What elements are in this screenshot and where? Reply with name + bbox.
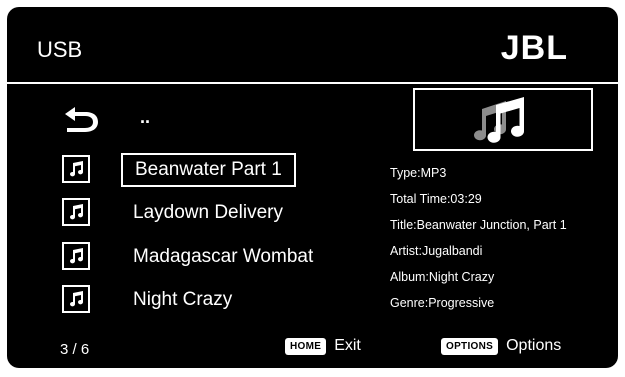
exit-label: Exit	[334, 337, 361, 354]
list-item-label: Night Crazy	[133, 289, 233, 310]
item-position-counter: 3 / 6	[60, 341, 90, 358]
list-item-label: Madagascar Wombat	[133, 246, 314, 267]
track-album: Album:Night Crazy	[390, 270, 495, 284]
list-item[interactable]: Beanwater Part 1	[62, 153, 392, 189]
track-artist: Artist:Jugalbandi	[390, 244, 483, 258]
list-item[interactable]: Laydown Delivery	[62, 196, 392, 232]
options-hint[interactable]: OPTIONS Options	[441, 337, 561, 355]
track-genre: Genre:Progressive	[390, 296, 495, 310]
music-note-icon	[62, 155, 90, 183]
music-note-icon	[62, 285, 90, 313]
brand-logo: JBL	[500, 29, 568, 67]
track-type: Type:MP3	[390, 166, 447, 180]
list-item[interactable]: Madagascar Wombat	[62, 240, 392, 276]
home-exit-hint[interactable]: HOME Exit	[285, 337, 361, 355]
header-divider	[7, 82, 618, 84]
parent-folder-item[interactable]: ..	[140, 107, 150, 128]
music-notes-icon	[474, 96, 525, 143]
list-item[interactable]: Night Crazy	[62, 283, 392, 319]
back-arrow-icon[interactable]	[61, 103, 101, 133]
list-item-label: Beanwater Part 1	[121, 153, 296, 187]
music-note-icon	[62, 242, 90, 270]
album-artwork	[413, 88, 593, 151]
list-item-label: Laydown Delivery	[133, 202, 283, 223]
source-title: USB	[37, 37, 83, 62]
track-details: Type:MP3 Total Time:03:29 Title:Beanwate…	[390, 160, 567, 316]
track-total-time: Total Time:03:29	[390, 192, 482, 206]
track-title: Title:Beanwater Junction, Part 1	[390, 218, 567, 232]
music-note-icon	[62, 198, 90, 226]
options-key-badge[interactable]: OPTIONS	[441, 337, 499, 355]
options-label: Options	[506, 337, 562, 354]
usb-browser-screen: USB JBL .. Beanwater Part 1 Laydown Deli…	[7, 7, 618, 368]
home-key-badge[interactable]: HOME	[285, 337, 327, 355]
